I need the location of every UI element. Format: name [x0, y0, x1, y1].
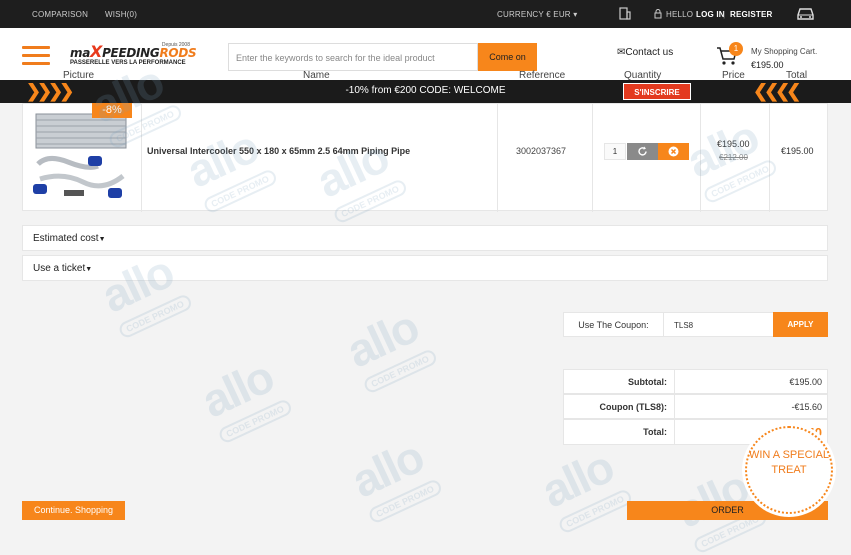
product-image[interactable] [28, 104, 135, 204]
hello-text: HELLO [666, 10, 694, 19]
promo-text: -10% from €200 CODE: WELCOME [345, 85, 506, 96]
caret-down-icon: ▼ [85, 266, 93, 273]
top-bar: COMPARISON WISH(0) CURRENCY € EUR ▾ HELL… [0, 0, 851, 28]
use-ticket-label: Use a ticket [33, 263, 86, 274]
remove-button[interactable] [658, 143, 689, 160]
currency-label: CURRENCY € EUR [497, 10, 571, 19]
product-price: €195.00 [717, 139, 750, 149]
login-link[interactable]: LOG IN [696, 10, 725, 19]
logo-since: Depuis 2008 [161, 42, 190, 48]
logo-text-rods: RODS [159, 46, 197, 60]
refresh-button[interactable] [627, 143, 658, 160]
quantity-input[interactable]: 1 [604, 143, 626, 160]
estimated-cost-toggle[interactable]: Estimated cost▼ [22, 225, 828, 251]
currency-selector[interactable]: CURRENCY € EUR ▾ [497, 10, 577, 19]
watermark: alloCODE PROMO [193, 347, 294, 445]
total-label: Total: [643, 427, 667, 437]
comparison-link[interactable]: COMPARISON [32, 10, 88, 19]
coupon-discount-value: -€15.60 [791, 402, 822, 412]
watermark: alloCODE PROMO [343, 427, 444, 525]
cart-total[interactable]: €195.00 [751, 60, 784, 70]
close-icon [668, 146, 679, 157]
search-input[interactable]: Enter the keywords to search for the ide… [228, 43, 478, 71]
product-reference: 3002037367 [516, 146, 567, 156]
estimated-cost-label: Estimated cost [33, 233, 99, 244]
separator: | [723, 10, 726, 19]
product-old-price: €212.00 [719, 153, 748, 162]
continue-shopping-button[interactable]: Continue. Shopping [22, 501, 125, 520]
win-special-treat-widget[interactable]: WIN A SPECIAL TREAT [745, 426, 833, 514]
car-icon[interactable] [796, 6, 815, 21]
site-logo[interactable]: Depuis 2008 maXPEEDINGRODS PASSERELLE VE… [70, 42, 197, 70]
lock-icon [654, 9, 662, 19]
menu-icon[interactable] [22, 46, 50, 70]
coupon-input[interactable]: TLS8 [663, 312, 774, 337]
product-total: €195.00 [781, 146, 814, 156]
use-ticket-toggle[interactable]: Use a ticket▼ [22, 255, 828, 281]
contact-label: Contact us [625, 47, 674, 58]
cart-label[interactable]: My Shopping Cart. [751, 47, 817, 56]
apply-button[interactable]: APPLY [773, 312, 828, 337]
coupon-discount-label: Coupon (TLS8): [599, 402, 667, 412]
refresh-icon [638, 146, 647, 156]
chevrons-left-icon: ❮❮❮❮ [753, 81, 801, 101]
building-icon[interactable] [619, 7, 631, 20]
register-link[interactable]: REGISTER [730, 10, 773, 19]
table-row [22, 103, 828, 212]
product-name[interactable]: Universal Intercooler 550 x 180 x 65mm 2… [147, 146, 410, 156]
cart-count-badge: 1 [729, 42, 743, 56]
watermark: alloCODE PROMO [338, 297, 439, 395]
coupon-row: Coupon (TLS8): -€15.60 [563, 394, 828, 419]
coupon-label: Use The Coupon: [563, 312, 664, 337]
logo-text-x: X [90, 42, 103, 61]
logo-text-peeding: PEEDING [102, 46, 160, 60]
logo-tagline: PASSERELLE VERS LA PERFORMANCE [70, 60, 186, 66]
wishlist-link[interactable]: WISH(0) [105, 10, 137, 19]
promo-banner: ❯❯❯❯ -10% from €200 CODE: WELCOME S'INSC… [0, 80, 851, 103]
caret-down-icon: ▼ [98, 236, 106, 243]
signup-button[interactable]: S'INSCRIRE [623, 83, 691, 100]
search-button[interactable]: Come on [478, 43, 537, 71]
logo-text-ma: ma [70, 46, 91, 60]
watermark: alloCODE PROMO [533, 437, 634, 535]
subtotal-label: Subtotal: [628, 377, 667, 387]
subtotal-row: Subtotal: €195.00 [563, 369, 828, 394]
discount-badge: -8% [92, 103, 132, 118]
contact-link[interactable]: ✉Contact us [617, 47, 673, 58]
subtotal-value: €195.00 [789, 377, 822, 387]
